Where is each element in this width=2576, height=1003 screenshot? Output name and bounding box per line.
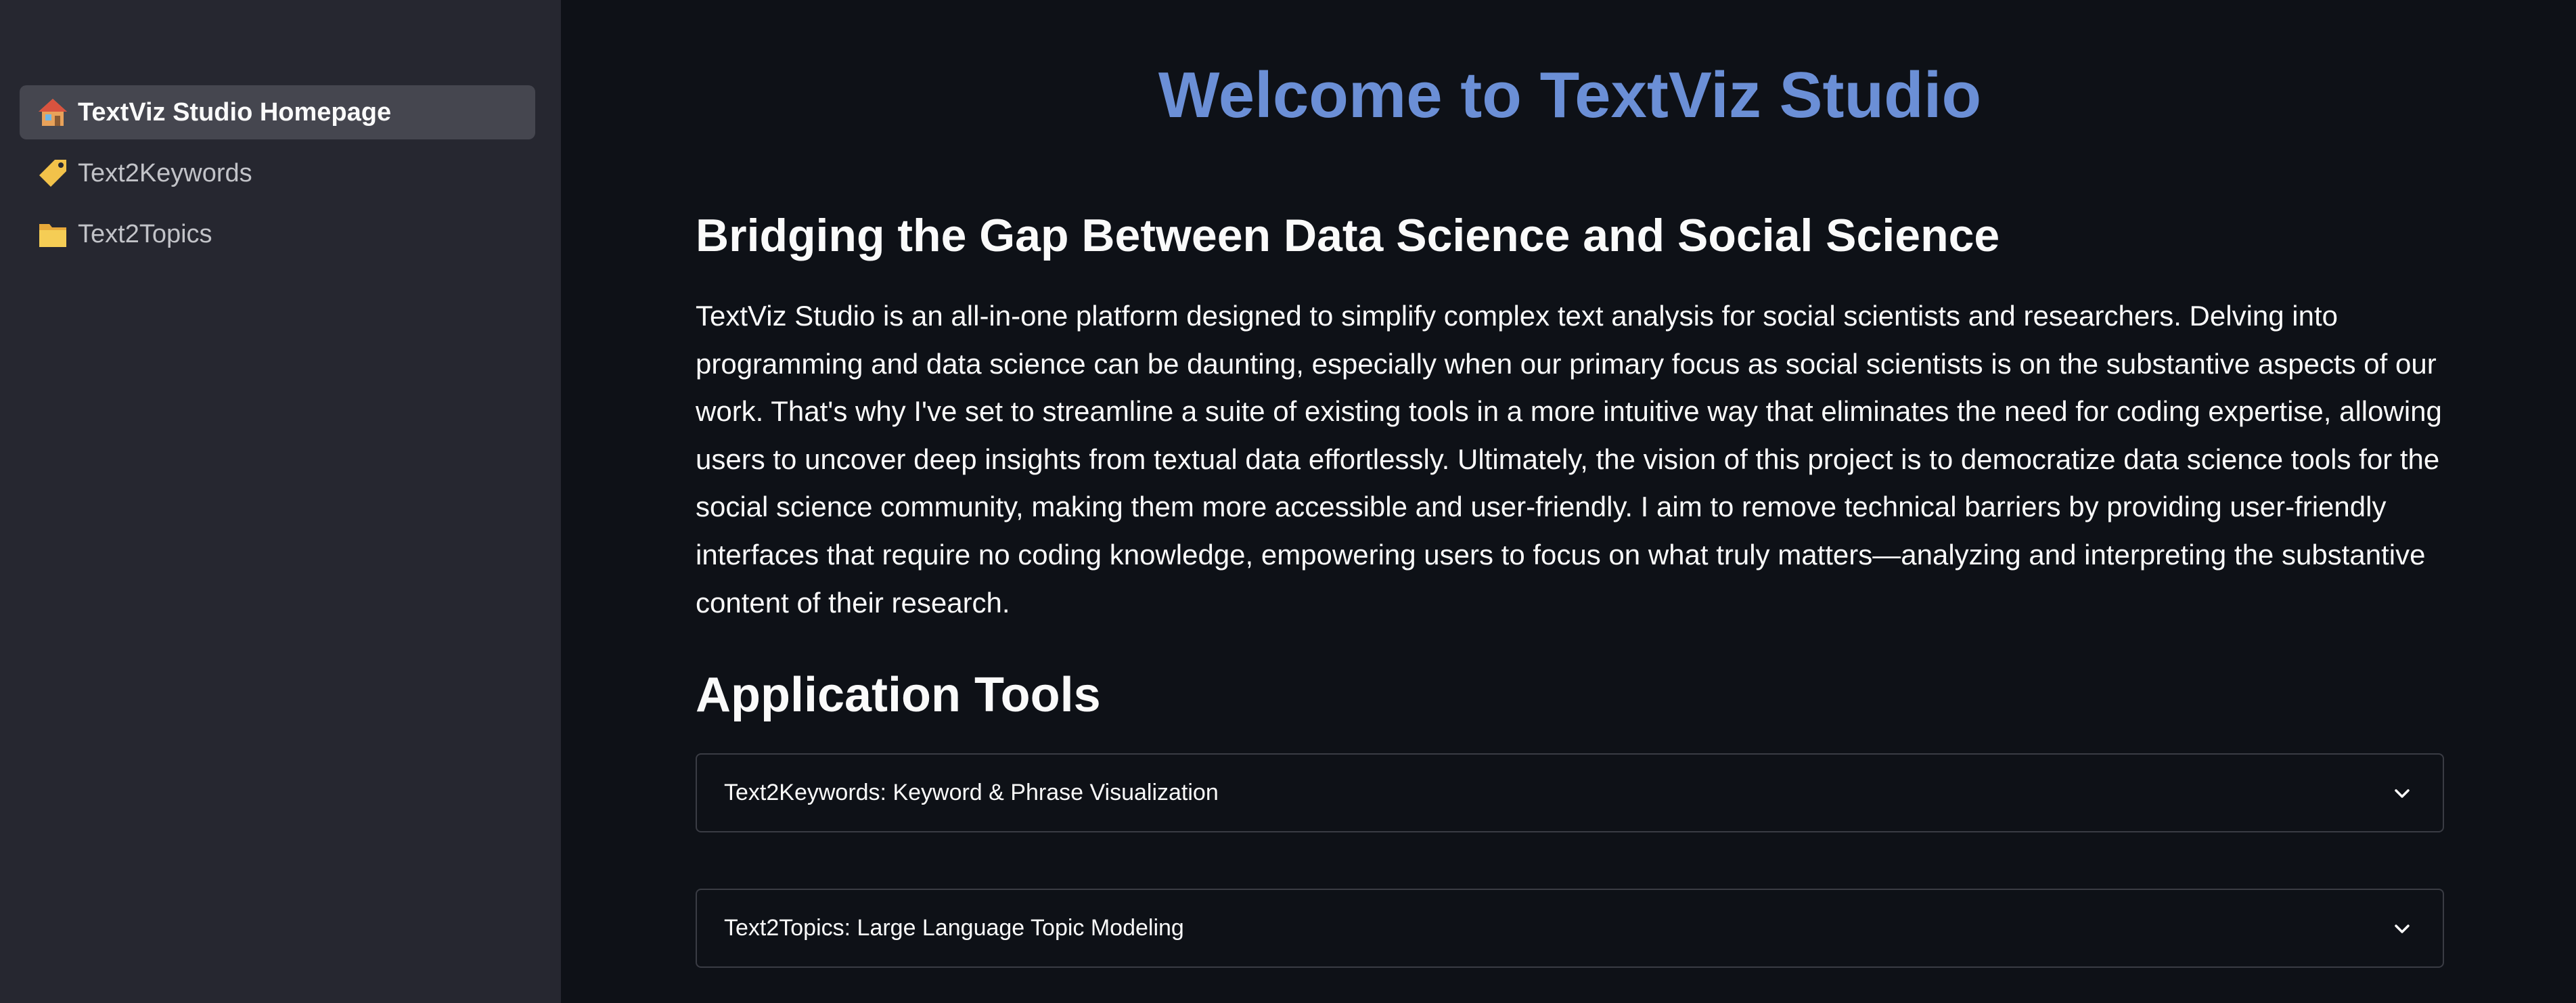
expander-label: Text2Keywords: Keyword & Phrase Visualiz… [724,780,1219,805]
house-icon [36,95,70,129]
page-title: Welcome to TextViz Studio [1158,59,1982,131]
sidebar-item-label: TextViz Studio Homepage [78,97,392,127]
label-tag-icon [36,156,70,190]
sidebar-item-text2keywords[interactable]: Text2Keywords [20,146,535,200]
tools-heading: Application Tools [696,668,1101,722]
expander-text2topics[interactable]: Text2Topics: Large Language Topic Modeli… [696,889,2444,968]
sidebar-item-homepage[interactable]: TextViz Studio Homepage [20,85,535,139]
sidebar-item-label: Text2Keywords [78,158,252,187]
sidebar: TextViz Studio Homepage Text2Keywords Te… [0,0,561,1003]
section-heading: Bridging the Gap Between Data Science an… [696,210,2000,261]
expander-text2keywords[interactable]: Text2Keywords: Keyword & Phrase Visualiz… [696,753,2444,832]
main-content: Welcome to TextViz Studio Bridging the G… [561,0,2576,1003]
sidebar-item-text2topics[interactable]: Text2Topics [20,207,535,261]
chevron-down-icon [2389,915,2416,942]
chevron-down-icon [2389,780,2416,807]
expander-label: Text2Topics: Large Language Topic Modeli… [724,915,1184,941]
folder-icon [36,217,70,251]
sidebar-item-label: Text2Topics [78,219,212,248]
app-root: TextViz Studio Homepage Text2Keywords Te… [0,0,2576,1003]
intro-paragraph: TextViz Studio is an all-in-one platform… [696,300,2442,619]
